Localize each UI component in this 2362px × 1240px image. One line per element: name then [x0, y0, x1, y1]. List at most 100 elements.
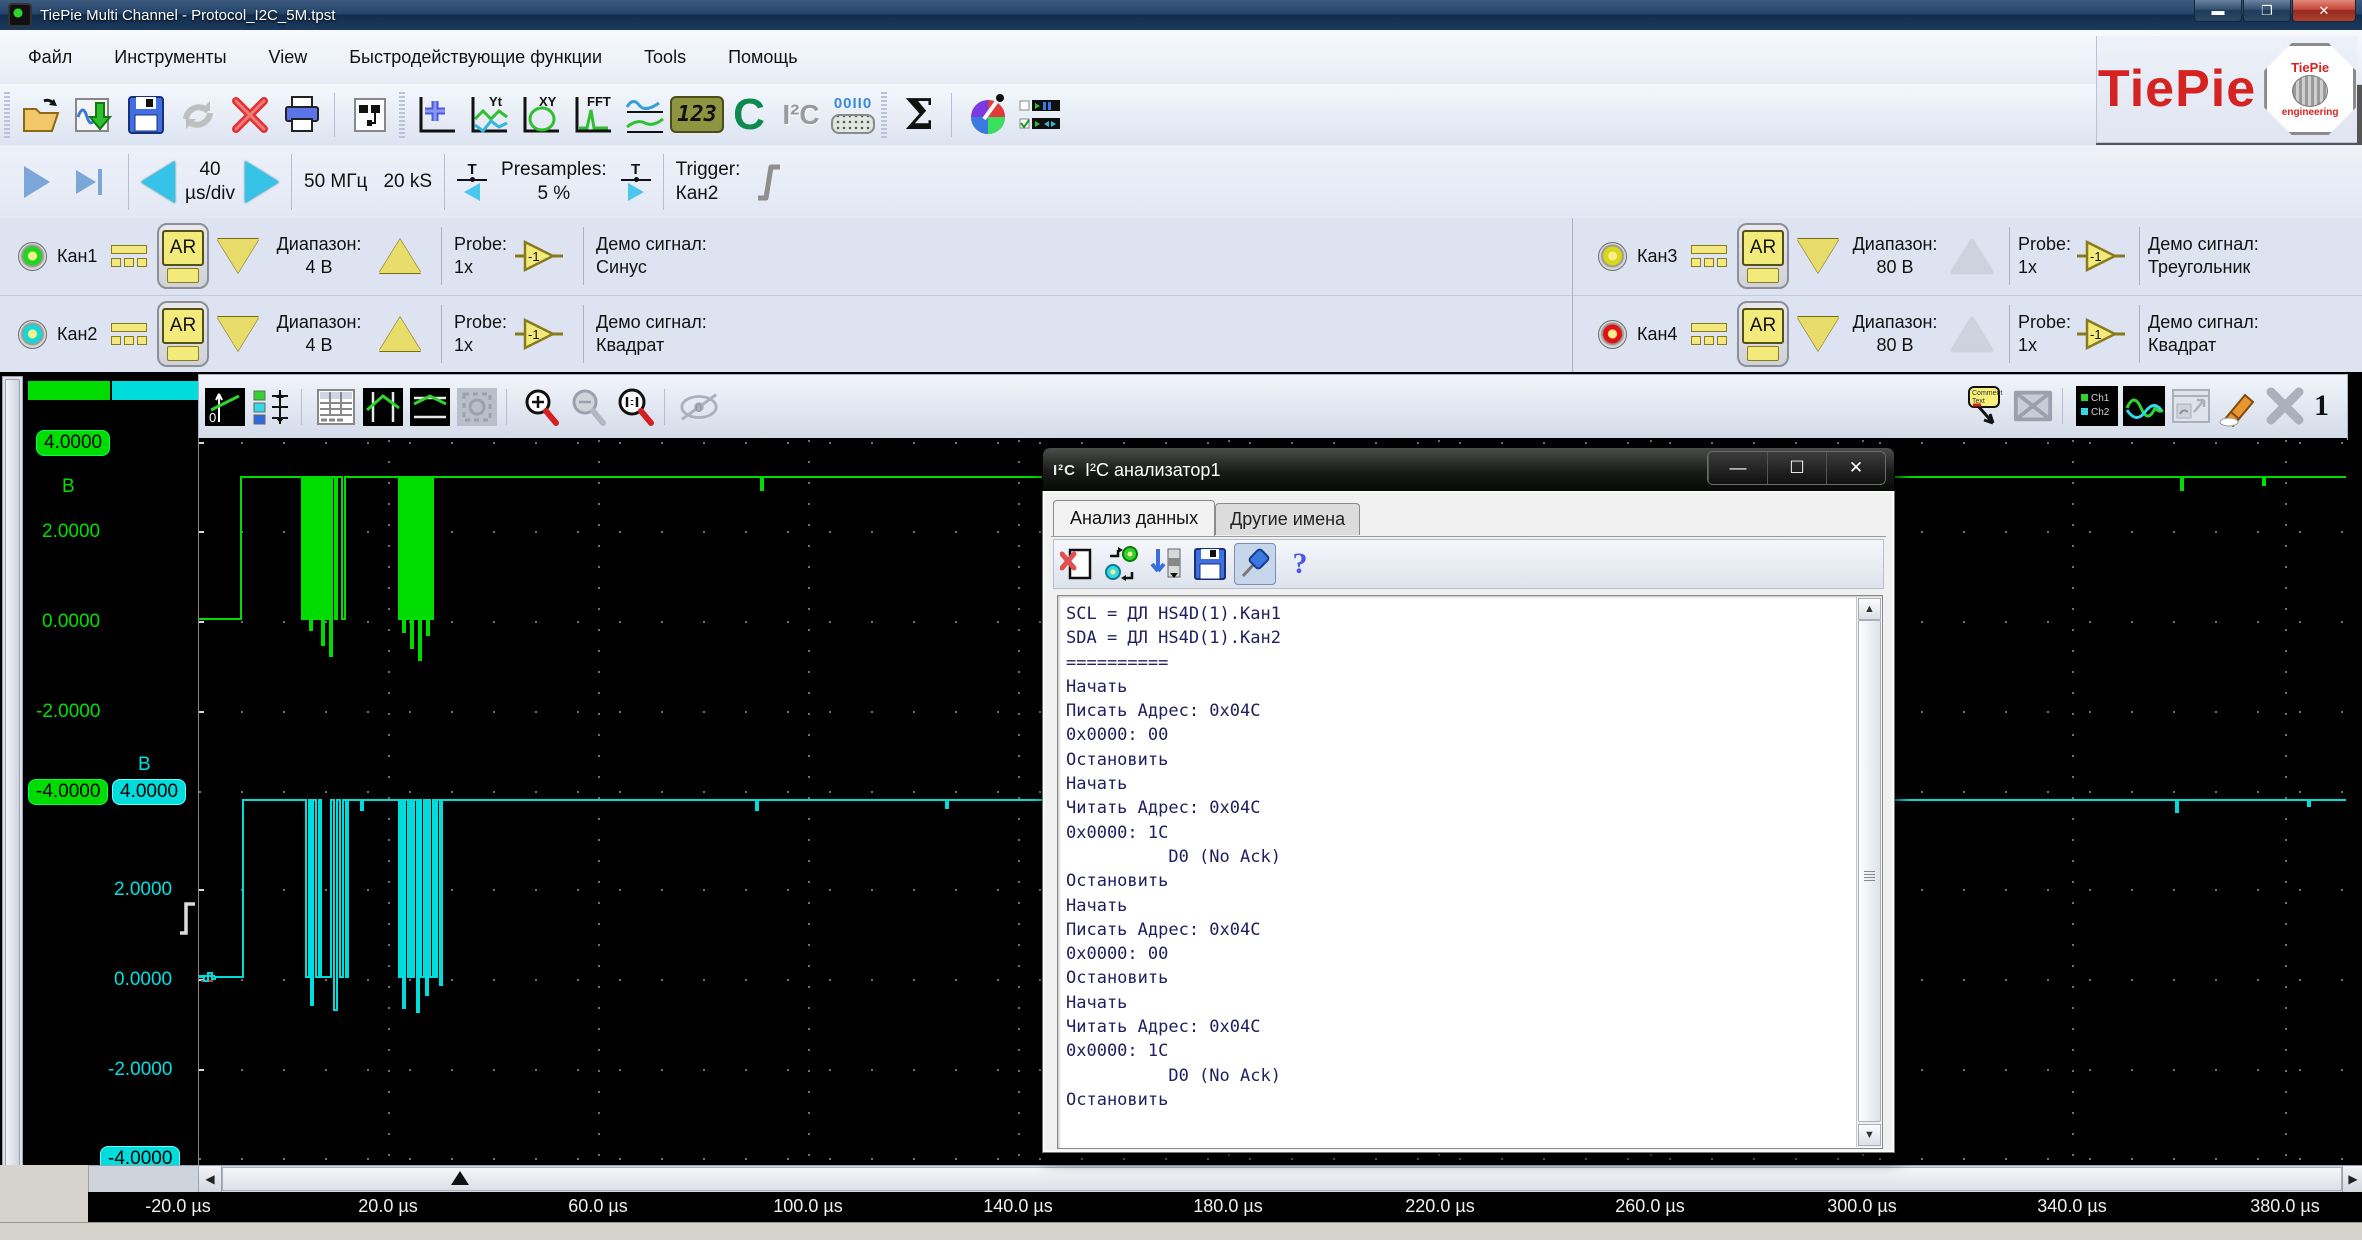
menu-instruments[interactable]: Инструменты	[100, 41, 240, 74]
channel1-led[interactable]	[18, 242, 47, 271]
multi-graph-button[interactable]	[621, 90, 669, 140]
scroll-left-button[interactable]: ◀	[199, 1166, 222, 1192]
menu-view[interactable]: View	[255, 41, 322, 74]
save-button[interactable]	[122, 90, 170, 140]
legend-button[interactable]: Ch1 Ch2	[2076, 386, 2118, 426]
i2c-data-view[interactable]: SCL = ДЛ HS4D(1).Кан1 SDA = ДЛ HS4D(1).К…	[1057, 595, 1883, 1149]
dialog-close-button[interactable]: ✕	[1826, 452, 1885, 484]
horizontal-cursors-button[interactable]	[409, 387, 451, 427]
autodisk-button-disabled[interactable]: 0	[678, 387, 720, 427]
trigger-position-marker[interactable]	[451, 1171, 469, 1185]
channel4-autorange-button[interactable]: AR	[1737, 301, 1789, 367]
measure-table-button[interactable]	[315, 387, 357, 427]
probe-gain-icon[interactable]: -1	[513, 314, 565, 354]
channel1-range-down-button[interactable]	[217, 239, 259, 273]
meter-button[interactable]: 123	[673, 90, 721, 140]
probe-gain-icon[interactable]: -1	[2075, 314, 2127, 354]
add-graph-button[interactable]	[413, 90, 461, 140]
channel3-range-up-button[interactable]	[1951, 239, 1993, 273]
add-comment-button[interactable]: Comment Text	[1965, 386, 2007, 426]
channel2-autorange-button[interactable]: AR	[157, 301, 209, 367]
object-tree-button[interactable]	[347, 90, 395, 140]
channel4-led[interactable]	[1598, 320, 1627, 349]
timebase-slower-button[interactable]	[141, 161, 175, 203]
menu-tools[interactable]: Tools	[630, 41, 700, 74]
trigger-slope-marker[interactable]	[178, 900, 198, 936]
save-data-button[interactable]	[1190, 544, 1230, 584]
dialog-title-bar[interactable]: I²C I²C анализатор1 — ☐ ✕	[1042, 447, 1895, 493]
presamples-increase-button[interactable]: T	[621, 162, 651, 201]
channel3-led[interactable]	[1598, 242, 1627, 271]
channel2-name[interactable]: Кан2	[57, 324, 111, 345]
pin-window-button[interactable]	[1234, 543, 1276, 585]
start-button[interactable]	[24, 166, 50, 198]
tab-other-names[interactable]: Другие имена	[1215, 503, 1360, 535]
channel2-range-up-button[interactable]	[379, 317, 421, 351]
can-analyzer-button[interactable]: C	[725, 90, 773, 140]
close-view-button[interactable]	[2264, 386, 2306, 426]
graph-yt-button[interactable]: Yt	[465, 90, 513, 140]
vertical-cursors-button[interactable]	[362, 387, 404, 427]
help-button[interactable]: ?	[1280, 544, 1320, 584]
channel2-led[interactable]	[18, 320, 47, 349]
coupling-icon[interactable]	[1691, 243, 1729, 269]
channel2-color-bar[interactable]	[112, 381, 198, 400]
timebase-faster-button[interactable]	[245, 161, 279, 203]
coupling-icon[interactable]	[1691, 321, 1729, 347]
coupling-icon[interactable]	[111, 243, 149, 269]
channel3-name[interactable]: Кан3	[1637, 246, 1691, 267]
channel3-range-down-button[interactable]	[1797, 239, 1839, 273]
dialog-scrollbar[interactable]: ▲ ▼	[1856, 597, 1881, 1147]
zoom-region-button-disabled[interactable]	[456, 387, 498, 427]
scroll-up-button[interactable]: ▲	[1858, 598, 1881, 620]
graph-xy-button[interactable]: XY	[517, 90, 565, 140]
channel4-name[interactable]: Кан4	[1637, 324, 1691, 345]
zoom-in-button[interactable]	[520, 387, 562, 427]
load-signal-button[interactable]	[70, 90, 118, 140]
zoom-out-button-disabled[interactable]	[567, 387, 609, 427]
channel1-name[interactable]: Кан1	[57, 246, 111, 267]
delete-button[interactable]	[226, 90, 274, 140]
channel1-range-up-button[interactable]	[379, 239, 421, 273]
close-button[interactable]: ✕	[2292, 0, 2356, 22]
i2c-analyzer-button[interactable]: I²C	[777, 90, 825, 140]
dialog-maximize-button[interactable]: ☐	[1767, 452, 1826, 484]
refresh-button-disabled[interactable]	[174, 90, 222, 140]
tab-data-analysis[interactable]: Анализ данных	[1053, 500, 1215, 536]
title-bar[interactable]: TiePie Multi Channel - Protocol_I2C_5M.t…	[0, 0, 2362, 31]
channel4-range-up-button[interactable]	[1951, 317, 1993, 351]
axis-zero-button[interactable]: 0	[204, 387, 246, 427]
scrollbar-thumb[interactable]	[222, 1167, 2342, 1191]
probe-gain-icon[interactable]: -1	[513, 236, 565, 276]
channel2-range-down-button[interactable]	[217, 317, 259, 351]
trigger-slope-icon[interactable]	[752, 160, 786, 204]
coupling-icon[interactable]	[111, 321, 149, 347]
open-file-button[interactable]	[18, 90, 66, 140]
channel1-autorange-button[interactable]: AR	[157, 223, 209, 289]
autoscroll-button[interactable]	[1146, 544, 1186, 584]
envelope-button-disabled[interactable]	[2012, 386, 2054, 426]
print-button[interactable]	[278, 90, 326, 140]
graph-fft-button[interactable]: FFT	[569, 90, 617, 140]
probe-gain-icon[interactable]: -1	[2075, 236, 2127, 276]
scroll-down-button[interactable]: ▼	[1858, 1124, 1881, 1146]
minimize-button[interactable]: ▬	[2194, 0, 2242, 22]
reassign-channels-button[interactable]	[1102, 544, 1142, 584]
channel3-autorange-button[interactable]: AR	[1737, 223, 1789, 289]
oneshot-button[interactable]	[76, 169, 102, 195]
panel-settings-button[interactable]	[1016, 90, 1064, 140]
waveform-style-button[interactable]	[2123, 386, 2165, 426]
channel1-color-bar[interactable]	[28, 381, 110, 400]
channel-sliders-button[interactable]	[251, 387, 293, 427]
menu-file[interactable]: Файл	[14, 41, 86, 74]
clear-graph-button[interactable]	[2217, 386, 2259, 426]
colors-button[interactable]	[964, 90, 1012, 140]
dialog-minimize-button[interactable]: —	[1708, 452, 1767, 484]
horizontal-scrollbar[interactable]: ◀ ▶	[198, 1165, 2362, 1193]
sum-button[interactable]: Σ	[895, 90, 943, 140]
green-axis-top-label[interactable]: 4.0000	[36, 430, 110, 456]
restore-button[interactable]: ❐	[2243, 0, 2291, 22]
serial-analyzer-button[interactable]: 00II0	[829, 90, 877, 140]
export-graph-button-disabled[interactable]	[2170, 386, 2212, 426]
menu-quick-functions[interactable]: Быстродействующие функции	[335, 41, 616, 74]
